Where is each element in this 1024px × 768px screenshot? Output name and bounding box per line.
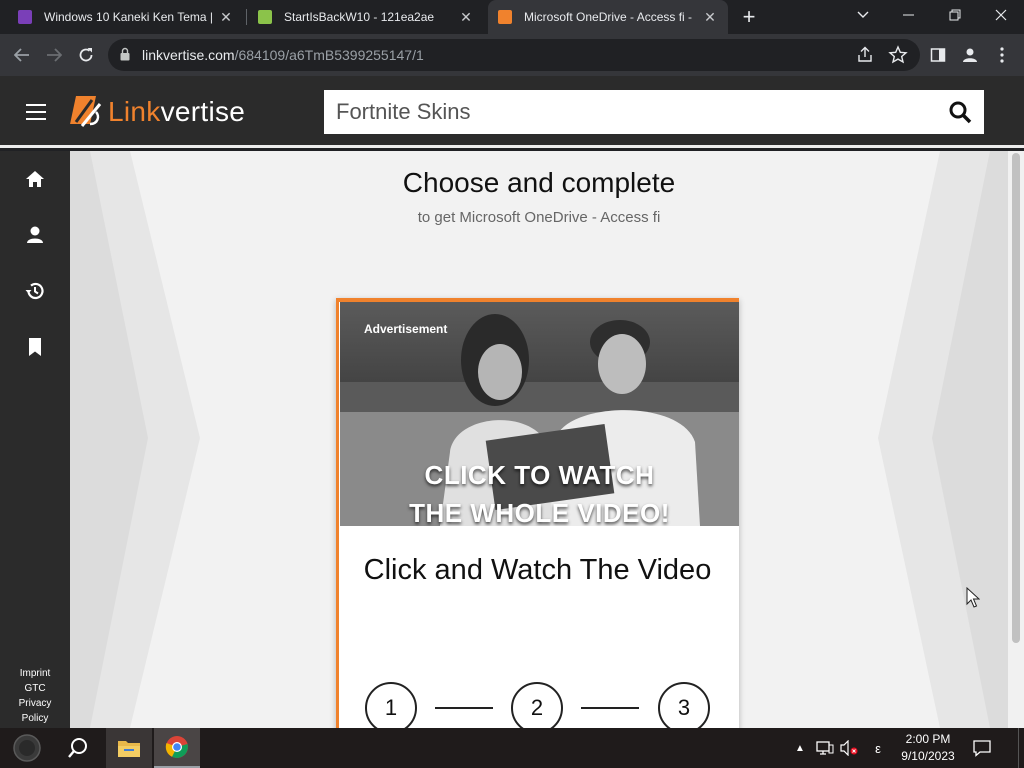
tab-favicon-icon bbox=[18, 10, 32, 24]
advertisement-label: Advertisement bbox=[364, 322, 448, 336]
browser-tab-3-active[interactable]: Microsoft OneDrive - Access fi - ✕ bbox=[488, 0, 728, 34]
bookmark-star-icon[interactable] bbox=[888, 45, 908, 65]
volume-muted-icon[interactable] bbox=[838, 728, 860, 768]
close-tab-icon[interactable]: ✕ bbox=[218, 9, 234, 26]
clock-date: 9/10/2023 bbox=[901, 749, 955, 763]
back-button[interactable] bbox=[8, 41, 36, 69]
forward-button[interactable] bbox=[40, 41, 68, 69]
history-icon[interactable] bbox=[24, 280, 46, 302]
tab-search-icon[interactable] bbox=[840, 0, 886, 30]
start-button[interactable] bbox=[6, 728, 48, 768]
tab-title: StartIsBackW10 - 121ea2ae bbox=[284, 10, 435, 24]
browser-tab-2[interactable]: StartIsBackW10 - 121ea2ae ✕ bbox=[248, 0, 484, 34]
browser-toolbar: linkvertise.com/684109/a6TmB5399255147/1 bbox=[0, 34, 1024, 76]
imprint-link[interactable]: Imprint bbox=[0, 666, 70, 681]
close-window-button[interactable] bbox=[978, 0, 1024, 30]
advertisement-image[interactable]: Advertisement CLICK TO WATCH THE WHOLE V… bbox=[340, 302, 739, 526]
task-card: Advertisement CLICK TO WATCH THE WHOLE V… bbox=[336, 298, 739, 728]
mouse-cursor-icon bbox=[966, 587, 980, 608]
page-scrollbar[interactable] bbox=[1008, 151, 1024, 728]
page-title: Choose and complete bbox=[402, 167, 676, 198]
windows-taskbar: ▲ ε 2:00 PM 9/10/2023 bbox=[0, 728, 1024, 768]
network-icon[interactable] bbox=[814, 728, 836, 768]
taskbar-search-button[interactable] bbox=[58, 728, 98, 768]
site-search-input[interactable] bbox=[324, 90, 924, 134]
taskbar-file-explorer[interactable] bbox=[106, 728, 152, 768]
logo-mark-icon bbox=[70, 96, 102, 127]
bookmark-icon[interactable] bbox=[24, 336, 46, 358]
start-orb-icon bbox=[13, 734, 41, 762]
sidebar-footer-links: Imprint GTC Privacy Policy bbox=[0, 666, 70, 726]
tab-title: Microsoft OneDrive - Access fi - bbox=[524, 10, 693, 24]
clock-time: 2:00 PM bbox=[905, 732, 951, 746]
new-tab-button[interactable]: + bbox=[736, 4, 762, 30]
menu-kebab-icon[interactable] bbox=[988, 41, 1016, 69]
main-content: Choose and complete to get Microsoft One… bbox=[70, 151, 1008, 728]
search-icon[interactable] bbox=[948, 100, 972, 124]
browser-tab-1[interactable]: Windows 10 Kaneki Ken Tema | D ✕ bbox=[8, 0, 244, 34]
show-hidden-icons-button[interactable]: ▲ bbox=[792, 728, 808, 768]
taskbar-chrome[interactable] bbox=[154, 728, 200, 768]
policy-link[interactable]: Policy bbox=[0, 711, 70, 726]
left-sidebar: Imprint GTC Privacy Policy bbox=[0, 151, 70, 728]
reload-button[interactable] bbox=[72, 41, 100, 69]
logo-text: Linkvertise bbox=[108, 96, 245, 128]
folder-icon bbox=[118, 741, 140, 757]
share-icon[interactable] bbox=[856, 46, 874, 64]
gtc-link[interactable]: GTC bbox=[0, 681, 70, 696]
privacy-link[interactable]: Privacy bbox=[0, 696, 70, 711]
browser-tab-strip: Windows 10 Kaneki Ken Tema | D ✕ StartIs… bbox=[0, 0, 1024, 34]
user-icon[interactable] bbox=[24, 224, 46, 246]
hamburger-menu-icon[interactable] bbox=[26, 104, 46, 120]
action-center-icon[interactable] bbox=[968, 728, 996, 768]
minimize-button[interactable] bbox=[886, 0, 932, 30]
logo-text-link: Link bbox=[108, 96, 161, 127]
side-panel-icon[interactable] bbox=[924, 41, 952, 69]
system-clock[interactable]: 2:00 PM 9/10/2023 bbox=[892, 731, 964, 765]
ad-cta-line-2: THE WHOLE VIDEO! bbox=[409, 498, 670, 526]
input-language-indicator[interactable]: ε bbox=[868, 728, 888, 768]
lock-icon[interactable] bbox=[120, 47, 130, 61]
profile-icon[interactable] bbox=[956, 41, 984, 69]
tab-favicon-icon bbox=[258, 10, 272, 24]
tab-title: Windows 10 Kaneki Ken Tema | D bbox=[44, 10, 212, 24]
logo-text-vertise: vertise bbox=[160, 96, 246, 127]
step-connector bbox=[435, 707, 493, 709]
tab-favicon-icon bbox=[498, 10, 512, 24]
tab-separator bbox=[246, 9, 247, 25]
address-bar[interactable]: linkvertise.com/684109/a6TmB5399255147/1 bbox=[108, 39, 920, 71]
url-host: linkvertise.com bbox=[142, 47, 235, 63]
close-tab-icon[interactable]: ✕ bbox=[458, 9, 474, 26]
step-1-circle[interactable]: 1 bbox=[365, 682, 417, 728]
card-accent-left-edge bbox=[336, 298, 339, 728]
chrome-icon bbox=[165, 736, 188, 758]
ad-cta-line-1: CLICK TO WATCH bbox=[424, 460, 655, 490]
page-subtitle: to get Microsoft OneDrive - Access fi bbox=[417, 209, 661, 226]
restore-button[interactable] bbox=[932, 0, 978, 30]
home-icon[interactable] bbox=[24, 168, 46, 190]
site-header: Linkvertise bbox=[0, 76, 1024, 148]
site-search-box bbox=[324, 90, 984, 134]
step-connector bbox=[581, 707, 639, 709]
show-desktop-button[interactable] bbox=[1018, 728, 1024, 768]
step-3-circle[interactable]: 3 bbox=[658, 682, 710, 728]
url-path: /684109/a6TmB5399255147/1 bbox=[234, 47, 424, 63]
linkvertise-logo[interactable]: Linkvertise bbox=[70, 96, 245, 128]
url-text: linkvertise.com/684109/a6TmB5399255147/1 bbox=[142, 47, 424, 63]
search-icon bbox=[68, 738, 87, 758]
step-2-circle[interactable]: 2 bbox=[511, 682, 563, 728]
card-title: Click and Watch The Video bbox=[363, 554, 712, 586]
scrollbar-thumb[interactable] bbox=[1012, 153, 1020, 643]
close-tab-icon[interactable]: ✕ bbox=[702, 9, 718, 26]
